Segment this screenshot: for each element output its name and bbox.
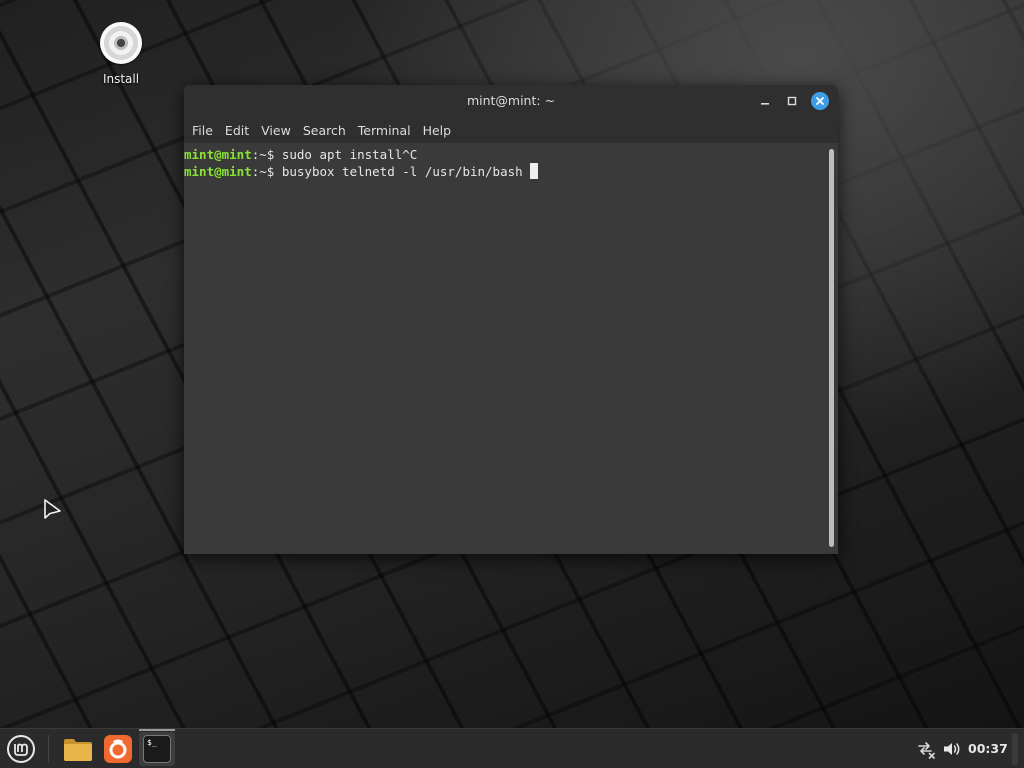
panel-separator: [48, 735, 49, 763]
terminal-window: mint@mint: ~ File Edit View Search Termi…: [184, 85, 838, 554]
maximize-icon: [787, 96, 797, 106]
firefox-launcher[interactable]: [100, 732, 136, 766]
desktop: Install mint@mint: ~ File Edit View Sear…: [0, 0, 1024, 728]
command-text: busybox telnetd -l /usr/bin/bash: [281, 164, 531, 179]
volume-icon[interactable]: [942, 739, 962, 759]
prompt-path: :~$: [251, 164, 282, 179]
terminal-output[interactable]: mint@mint:~$ sudo apt install^C mint@min…: [184, 143, 826, 554]
files-launcher[interactable]: [60, 732, 96, 766]
minimize-button[interactable]: [756, 92, 774, 110]
close-button[interactable]: [811, 92, 829, 110]
terminal-icon: $_: [143, 735, 171, 763]
scrollbar[interactable]: [826, 143, 838, 554]
prompt-user: mint@mint: [184, 164, 252, 179]
prompt-user: mint@mint: [184, 147, 252, 162]
show-desktop-button[interactable]: [1012, 733, 1018, 765]
taskbar: $_ 00:37: [0, 728, 1024, 768]
disc-icon: [100, 22, 142, 64]
menu-file[interactable]: File: [188, 123, 217, 138]
firefox-icon: [104, 735, 132, 763]
menu-help[interactable]: Help: [419, 123, 456, 138]
mouse-pointer-icon: [44, 499, 61, 519]
terminal-line: mint@mint:~$ sudo apt install^C: [184, 146, 826, 163]
scrollbar-thumb[interactable]: [829, 149, 834, 547]
active-window-indicator: [139, 729, 175, 731]
terminal-launcher[interactable]: $_: [139, 732, 175, 766]
menu-icon: [7, 735, 35, 763]
install-label: Install: [102, 72, 140, 86]
minimize-icon: [761, 103, 769, 105]
maximize-button[interactable]: [783, 92, 801, 110]
text-cursor: [530, 163, 539, 179]
menubar: File Edit View Search Terminal Help: [184, 118, 838, 143]
window-title: mint@mint: ~: [466, 93, 556, 108]
install-desktop-icon[interactable]: Install: [92, 22, 150, 86]
close-icon: [816, 97, 824, 105]
menu-terminal[interactable]: Terminal: [354, 123, 415, 138]
titlebar[interactable]: mint@mint: ~: [184, 85, 838, 118]
menu-view[interactable]: View: [257, 123, 295, 138]
menu-search[interactable]: Search: [299, 123, 350, 138]
clock[interactable]: 00:37: [968, 741, 1008, 756]
network-disconnected-icon[interactable]: [916, 739, 936, 759]
terminal-line: mint@mint:~$ busybox telnetd -l /usr/bin…: [184, 163, 826, 180]
prompt-path: :~$: [251, 147, 282, 162]
folder-icon: [64, 739, 92, 761]
menu-edit[interactable]: Edit: [221, 123, 253, 138]
command-text: sudo apt install^C: [281, 147, 418, 162]
start-menu-button[interactable]: [5, 733, 37, 765]
